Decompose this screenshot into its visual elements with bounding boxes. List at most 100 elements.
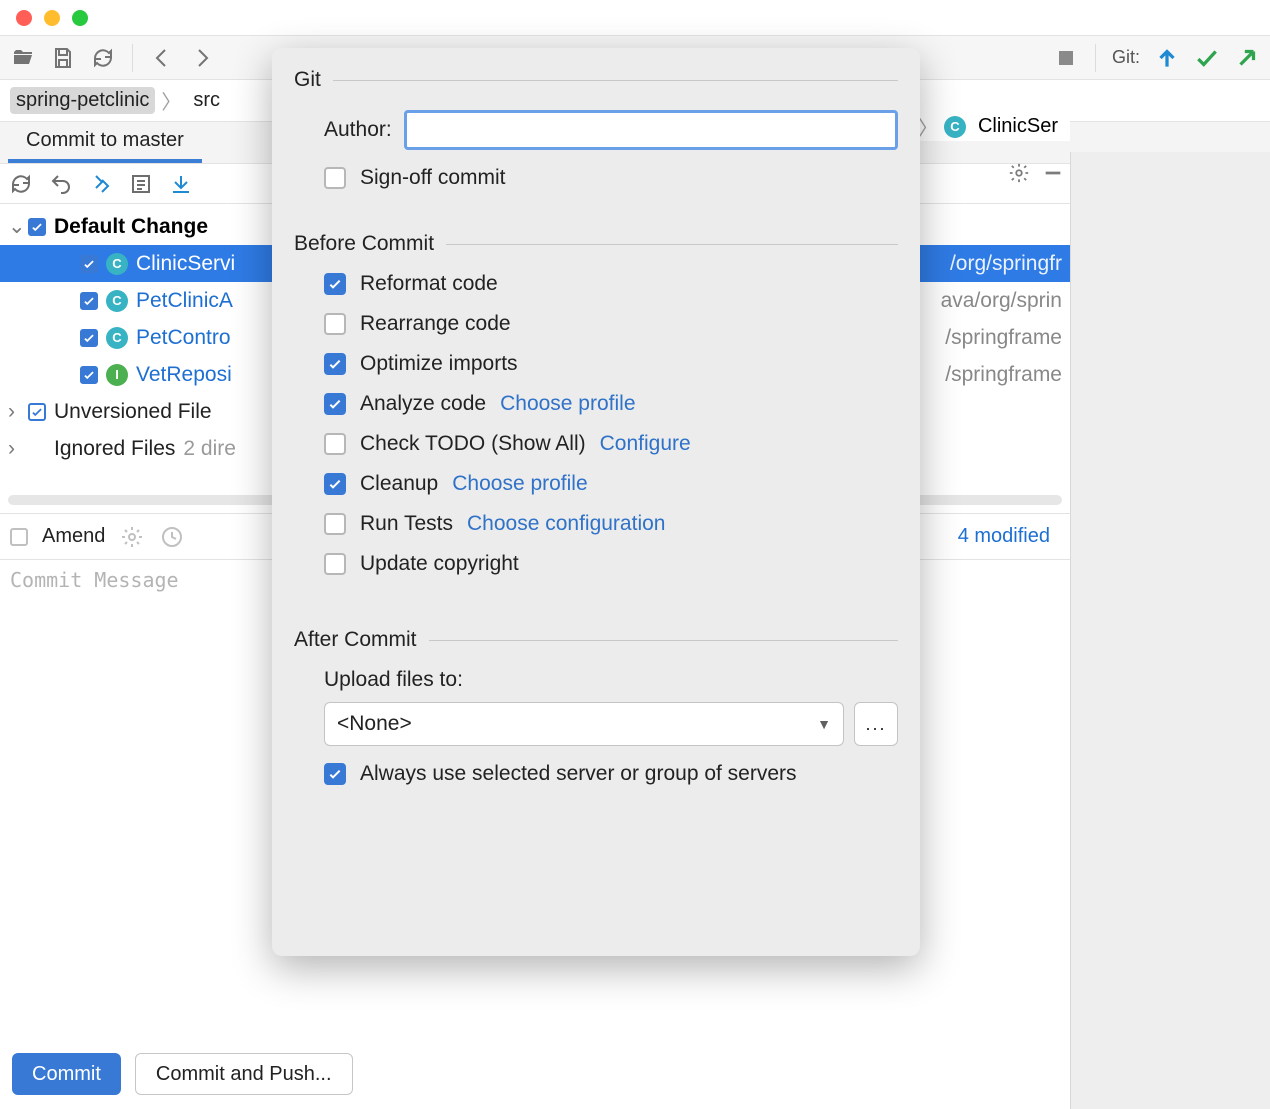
author-input[interactable] xyxy=(404,110,898,150)
before-commit-option: Check TODO (Show All) Configure xyxy=(324,432,898,456)
before-commit-option: Update copyright xyxy=(324,552,898,576)
option-checkbox[interactable] xyxy=(324,273,346,295)
chevron-right-icon: › xyxy=(8,393,20,431)
upload-select[interactable]: <None> ▼ xyxy=(324,702,844,746)
ignored-label: Ignored Files xyxy=(54,430,175,468)
stop-icon[interactable] xyxy=(1053,45,1079,71)
breadcrumb-item[interactable]: spring-petclinic xyxy=(10,87,155,114)
editor-gutter xyxy=(1070,152,1270,1109)
before-commit-option: Reformat code xyxy=(324,272,898,296)
class-icon: C xyxy=(106,327,128,349)
button-label: ... xyxy=(865,714,886,735)
file-name: PetContro xyxy=(136,319,231,357)
window-titlebar xyxy=(0,0,1270,36)
gear-icon[interactable] xyxy=(1008,162,1030,190)
option-checkbox[interactable] xyxy=(324,353,346,375)
breadcrumb-item[interactable]: src xyxy=(187,87,226,114)
option-checkbox[interactable] xyxy=(324,473,346,495)
unversioned-label: Unversioned File xyxy=(54,393,212,431)
class-icon: C xyxy=(106,290,128,312)
chevron-right-icon: › xyxy=(8,430,20,468)
open-icon[interactable] xyxy=(10,45,36,71)
minimize-panel-icon[interactable] xyxy=(1042,162,1064,190)
checkbox[interactable] xyxy=(28,218,46,236)
file-name: PetClinicA xyxy=(136,282,233,320)
section-label: Git xyxy=(294,68,321,92)
option-link[interactable]: Configure xyxy=(600,432,691,456)
option-link[interactable]: Choose profile xyxy=(452,472,587,496)
file-path: /springframe xyxy=(945,319,1062,357)
checkbox[interactable] xyxy=(80,366,98,384)
shelve-icon[interactable] xyxy=(168,171,194,197)
interface-icon: I xyxy=(106,364,128,386)
section-label: Before Commit xyxy=(294,232,434,256)
forward-icon[interactable] xyxy=(189,45,215,71)
amend-label: Amend xyxy=(42,525,105,548)
signoff-label: Sign-off commit xyxy=(360,166,506,190)
gear-icon[interactable] xyxy=(119,524,145,550)
commit-check-icon[interactable] xyxy=(1194,45,1220,71)
file-path: ava/org/sprin xyxy=(941,282,1062,320)
after-commit-header: After Commit xyxy=(294,628,898,652)
breadcrumb-item[interactable]: ClinicSer xyxy=(972,113,1064,140)
section-label: After Commit xyxy=(294,628,417,652)
save-icon[interactable] xyxy=(50,45,76,71)
before-commit-option: Rearrange code xyxy=(324,312,898,336)
diff-icon[interactable] xyxy=(88,171,114,197)
option-link[interactable]: Choose profile xyxy=(500,392,635,416)
signoff-checkbox[interactable] xyxy=(324,167,346,189)
file-path: /org/springfr xyxy=(950,245,1062,283)
checkbox[interactable] xyxy=(80,255,98,273)
amend-checkbox[interactable] xyxy=(10,528,28,546)
option-checkbox[interactable] xyxy=(324,393,346,415)
before-commit-option: Analyze code Choose profile xyxy=(324,392,898,416)
minimize-window-icon[interactable] xyxy=(44,10,60,26)
checkbox[interactable] xyxy=(80,292,98,310)
option-label: Update copyright xyxy=(360,552,519,576)
browse-button[interactable]: ... xyxy=(854,702,898,746)
option-link[interactable]: Choose configuration xyxy=(467,512,665,536)
button-label: Commit xyxy=(32,1063,101,1086)
changelist-icon[interactable] xyxy=(128,171,154,197)
class-icon: C xyxy=(106,253,128,275)
before-commit-option: Optimize imports xyxy=(324,352,898,376)
option-label: Rearrange code xyxy=(360,312,511,336)
chevron-right-icon: 〉 xyxy=(161,86,181,115)
always-use-server-checkbox[interactable] xyxy=(324,763,346,785)
commit-button[interactable]: Commit xyxy=(12,1053,121,1095)
file-name: VetReposi xyxy=(136,356,232,394)
button-label: Commit and Push... xyxy=(156,1063,332,1086)
option-label: Reformat code xyxy=(360,272,498,296)
maximize-window-icon[interactable] xyxy=(72,10,88,26)
git-section-header: Git xyxy=(294,68,898,92)
history-icon[interactable] xyxy=(159,524,185,550)
git-label: Git: xyxy=(1112,47,1140,68)
before-commit-option: Cleanup Choose profile xyxy=(324,472,898,496)
commit-options-popover: Git Author: Sign-off commit Before Commi… xyxy=(272,48,920,956)
refresh-icon[interactable] xyxy=(8,171,34,197)
before-commit-header: Before Commit xyxy=(294,232,898,256)
checkbox[interactable] xyxy=(80,329,98,347)
option-checkbox[interactable] xyxy=(324,433,346,455)
option-label: Cleanup xyxy=(360,472,438,496)
before-commit-option: Run Tests Choose configuration xyxy=(324,512,898,536)
tab-commit[interactable]: Commit to master xyxy=(8,122,202,163)
always-use-server-label: Always use selected server or group of s… xyxy=(360,762,797,786)
upload-label: Upload files to: xyxy=(324,668,898,692)
close-window-icon[interactable] xyxy=(16,10,32,26)
chevron-right-icon: 〉 xyxy=(918,112,938,141)
tab-label: Commit to master xyxy=(26,129,184,152)
option-checkbox[interactable] xyxy=(324,313,346,335)
commit-and-push-button[interactable]: Commit and Push... xyxy=(135,1053,353,1095)
option-checkbox[interactable] xyxy=(324,553,346,575)
back-icon[interactable] xyxy=(149,45,175,71)
class-icon: C xyxy=(944,116,966,138)
push-icon[interactable] xyxy=(1234,45,1260,71)
option-label: Run Tests xyxy=(360,512,453,536)
modified-count[interactable]: 4 modified xyxy=(958,525,1050,548)
update-icon[interactable] xyxy=(1154,45,1180,71)
refresh-icon[interactable] xyxy=(90,45,116,71)
rollback-icon[interactable] xyxy=(48,171,74,197)
checkbox[interactable] xyxy=(28,403,46,421)
option-checkbox[interactable] xyxy=(324,513,346,535)
